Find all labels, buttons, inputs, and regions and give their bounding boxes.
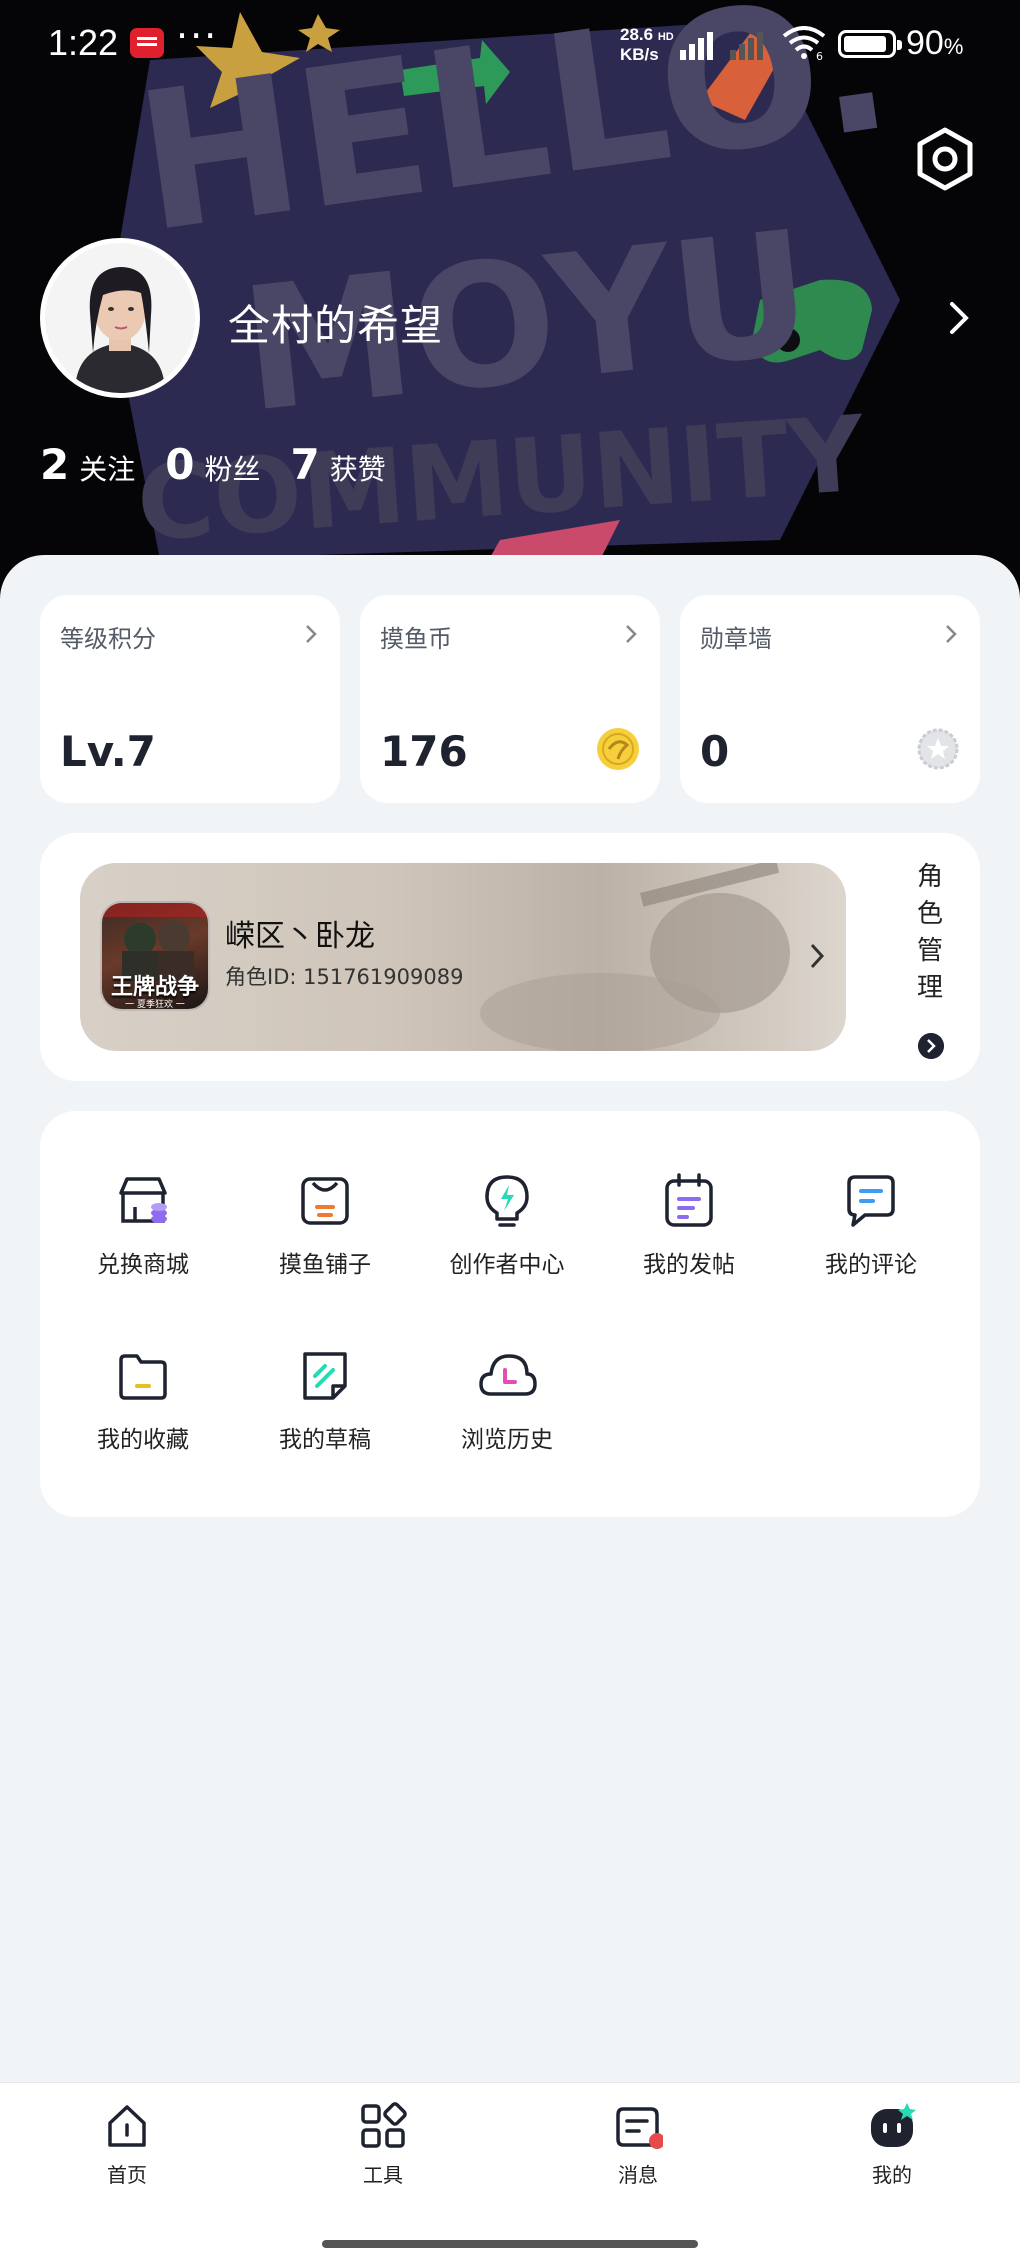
role-management-button[interactable]: 角 色 管 理 <box>910 859 950 1007</box>
chevron-right-icon <box>810 943 825 969</box>
profile-header: HELLO. MOYU COMMUNITY 1:22 ··· 28.6 HD K… <box>0 0 1020 600</box>
signal-strength-2-icon <box>730 28 763 60</box>
battery-icon <box>838 30 902 58</box>
app-notification-icon <box>130 28 164 58</box>
notepad-icon <box>665 1173 713 1227</box>
tool-my-drafts[interactable]: 我的草稿 <box>235 1346 415 1466</box>
store-icon <box>119 1177 167 1223</box>
settings-gear-icon[interactable] <box>912 126 978 192</box>
followers-stat[interactable]: 0 粉丝 <box>165 440 260 489</box>
medal-icon <box>917 728 959 770</box>
status-bar: 1:22 ··· 28.6 HD KB/s 6 90% <box>0 0 1020 90</box>
folder-icon <box>119 1354 167 1400</box>
likes-stat[interactable]: 7 获赞 <box>291 440 386 489</box>
chevron-right-icon <box>946 625 957 643</box>
profile-mascot-icon <box>871 2103 916 2147</box>
level-points-card[interactable]: 等级积分 Lv.7 <box>40 595 340 803</box>
lightbulb-icon <box>485 1175 529 1227</box>
tool-my-posts[interactable]: 我的发帖 <box>599 1171 779 1291</box>
role-id: 角色ID: 151761909089 <box>225 965 464 989</box>
tool-creator-center[interactable]: 创作者中心 <box>417 1171 597 1291</box>
card-value: Lv.7 <box>60 727 156 776</box>
tool-moyu-shop[interactable]: 摸鱼铺子 <box>235 1171 415 1291</box>
tab-tools[interactable]: 工具 <box>323 2101 443 2188</box>
home-indicator[interactable] <box>322 2240 698 2248</box>
medal-wall-card[interactable]: 勋章墙 0 <box>680 595 980 803</box>
comment-icon <box>847 1175 895 1227</box>
profile-stats: 2 关注 0 粉丝 7 获赞 <box>40 440 416 489</box>
card-title: 摸鱼币 <box>380 625 452 653</box>
moyu-coin-card[interactable]: 摸鱼币 176 <box>360 595 660 803</box>
username[interactable]: 全村的希望 <box>228 292 443 353</box>
tab-profile[interactable]: 我的 <box>832 2101 952 2188</box>
tools-panel: 兑换商城 摸鱼铺子 创作者中心 我的发帖 我的评论 我的收藏 我的草稿 浏览历史 <box>40 1111 980 1517</box>
chevron-circle-icon[interactable] <box>918 1033 944 1059</box>
card-value: 176 <box>380 727 468 776</box>
draft-icon <box>303 1352 347 1400</box>
card-value: 0 <box>700 727 730 776</box>
role-panel: 王牌战争 一 夏季狂欢 一 嵘区丶卧龙 角色ID: 151761909089 角… <box>40 833 980 1081</box>
more-notifications-icon: ··· <box>176 14 219 58</box>
coin-icon <box>597 728 639 770</box>
game-role-card[interactable]: 王牌战争 一 夏季狂欢 一 嵘区丶卧龙 角色ID: 151761909089 <box>80 863 846 1051</box>
tool-exchange-store[interactable]: 兑换商城 <box>53 1171 233 1291</box>
main-content: 等级积分 Lv.7 摸鱼币 176 勋章墙 0 王牌战争 一 夏季狂欢 一 嵘区… <box>0 555 1020 2085</box>
message-icon <box>616 2107 663 2149</box>
tool-browsing-history[interactable]: 浏览历史 <box>417 1346 597 1466</box>
battery-percent: 90% <box>906 24 964 62</box>
shop-bag-icon <box>301 1177 349 1225</box>
home-icon <box>108 2105 146 2147</box>
wifi-icon: 6 <box>782 26 826 62</box>
network-speed: 28.6 HD KB/s <box>620 25 674 64</box>
role-name: 嵘区丶卧龙 <box>225 919 375 954</box>
game-subtitle: 一 夏季狂欢 一 <box>125 1000 185 1010</box>
bottom-tab-bar: 首页 工具 消息 我的 <box>0 2082 1020 2267</box>
game-app-icon: 王牌战争 一 夏季狂欢 一 <box>100 901 210 1011</box>
avatar[interactable] <box>40 238 200 398</box>
svg-text:6: 6 <box>816 50 823 62</box>
chevron-right-icon <box>626 625 637 643</box>
grid-icon <box>361 2102 407 2148</box>
signal-strength-icon <box>680 28 713 60</box>
tool-my-favorites[interactable]: 我的收藏 <box>53 1346 233 1466</box>
card-title: 等级积分 <box>60 625 156 653</box>
chevron-right-icon <box>306 625 317 643</box>
chevron-right-icon[interactable] <box>944 298 974 338</box>
tool-my-comments[interactable]: 我的评论 <box>781 1171 961 1291</box>
following-stat[interactable]: 2 关注 <box>40 440 135 489</box>
status-time: 1:22 <box>48 22 119 63</box>
history-cloud-icon <box>479 1354 537 1396</box>
card-title: 勋章墙 <box>700 625 772 653</box>
stat-cards: 等级积分 Lv.7 摸鱼币 176 勋章墙 0 <box>40 595 980 803</box>
tab-home[interactable]: 首页 <box>67 2101 187 2188</box>
tab-messages[interactable]: 消息 <box>578 2101 698 2188</box>
